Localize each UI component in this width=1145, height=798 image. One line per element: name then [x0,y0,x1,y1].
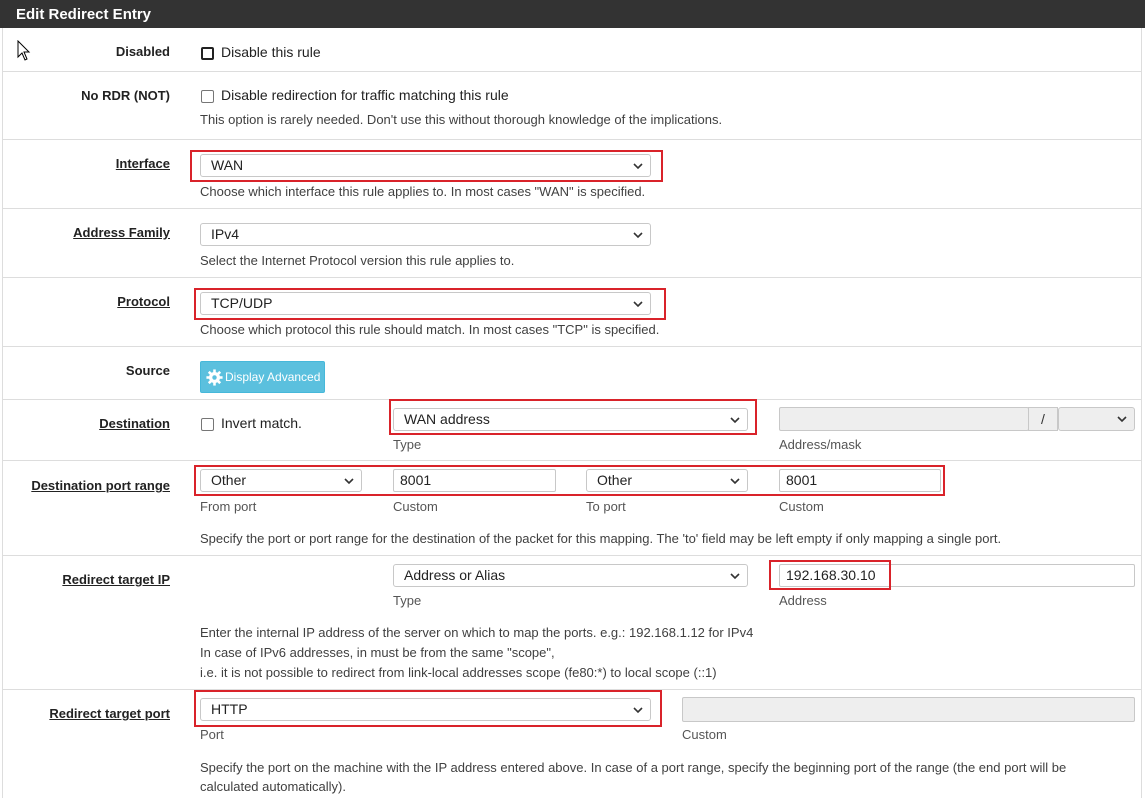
from-custom-sub: Custom [393,499,438,514]
redirect-port-value: HTTP [211,701,248,717]
chevron-down-icon [633,301,643,308]
destination-type-sub: Type [393,437,422,452]
from-port-value: Other [211,472,247,488]
address-family-select[interactable]: IPv4 [200,223,651,246]
destination-type-select[interactable]: WAN address [393,408,748,431]
protocol-select[interactable]: TCP/UDP [200,292,651,315]
to-port-select[interactable]: Other [586,469,748,492]
from-port-select[interactable]: Other [200,469,362,492]
chevron-down-icon [633,707,643,714]
to-port-sub: To port [586,499,626,514]
row-divider [2,28,1142,72]
chevron-down-icon [730,573,740,580]
destination-mask-select[interactable] [1058,407,1135,431]
destination-type-value: WAN address [404,411,490,427]
redirect-ip-help-3: i.e. it is not possible to redirect from… [200,665,717,680]
gear-icon [206,369,223,386]
from-port-sub: From port [200,499,257,514]
redirect-ip-type-select[interactable]: Address or Alias [393,564,748,587]
source-label: Source [125,363,170,378]
redirect-ip-type-value: Address or Alias [404,567,506,583]
redirect-port-help-2: calculated automatically). [200,779,346,794]
chevron-down-icon [344,478,354,485]
panel-title: Edit Redirect Entry [0,0,1145,28]
display-advanced-label: Display Advanced [225,370,321,384]
to-port-value: Other [597,472,633,488]
disabled-label: Disabled [115,44,170,59]
nordr-help: This option is rarely needed. Don't use … [200,112,723,127]
address-family-help: Select the Internet Protocol version thi… [200,253,515,268]
address-family-label: Address Family [73,225,170,240]
chevron-down-icon [1117,416,1127,423]
redirect-port-help-1: Specify the port on the machine with the… [200,760,1067,775]
redirect-ip-help-2: In case of IPv6 addresses, in must be fr… [200,645,555,660]
chevron-down-icon [730,417,740,424]
interface-select[interactable]: WAN [200,154,651,177]
invert-match-checkbox[interactable] [201,418,214,431]
chevron-down-icon [730,478,740,485]
redirect-port-custom-input[interactable] [682,697,1135,722]
to-port-custom-input[interactable]: 8001 [779,469,941,492]
redirect-ip-type-sub: Type [393,593,422,608]
address-family-select-value: IPv4 [211,226,240,242]
nordr-label: No RDR (NOT) [81,88,170,103]
nordr-checkbox-label[interactable]: Disable redirection for traffic matching… [221,87,509,103]
row-divider [2,347,1142,400]
redirect-ip-label: Redirect target IP [62,572,170,587]
redirect-port-label: Redirect target port [49,706,170,721]
destination-label: Destination [99,416,170,431]
protocol-label: Protocol [117,294,170,309]
disable-rule-checkbox[interactable] [201,47,214,60]
display-advanced-button[interactable]: Display Advanced [200,361,325,393]
mask-separator: / [1028,407,1058,431]
protocol-select-value: TCP/UDP [211,295,273,311]
redirect-ip-address-input[interactable]: 192.168.30.10 [779,564,1135,587]
destination-address-sub: Address/mask [779,437,862,452]
redirect-port-custom-sub: Custom [682,727,727,742]
redirect-ip-address-sub: Address [779,593,827,608]
redirect-port-select[interactable]: HTTP [200,698,651,721]
redirect-ip-help-1: Enter the internal IP address of the ser… [200,625,754,640]
interface-label: Interface [115,156,170,171]
nordr-checkbox[interactable] [201,90,214,103]
dest-port-range-label: Destination port range [31,478,170,493]
interface-help: Choose which interface this rule applies… [200,184,646,199]
from-port-custom-input[interactable]: 8001 [393,469,556,492]
destination-address-input[interactable] [779,407,1029,431]
mouse-cursor-icon [17,40,31,61]
invert-match-label[interactable]: Invert match. [221,415,302,431]
interface-select-value: WAN [211,157,244,173]
chevron-down-icon [633,232,643,239]
protocol-help: Choose which protocol this rule should m… [200,322,660,337]
chevron-down-icon [633,163,643,170]
disable-rule-checkbox-label[interactable]: Disable this rule [221,44,321,60]
dest-port-help: Specify the port or port range for the d… [200,531,1002,546]
to-custom-sub: Custom [779,499,824,514]
redirect-port-sub: Port [200,727,224,742]
